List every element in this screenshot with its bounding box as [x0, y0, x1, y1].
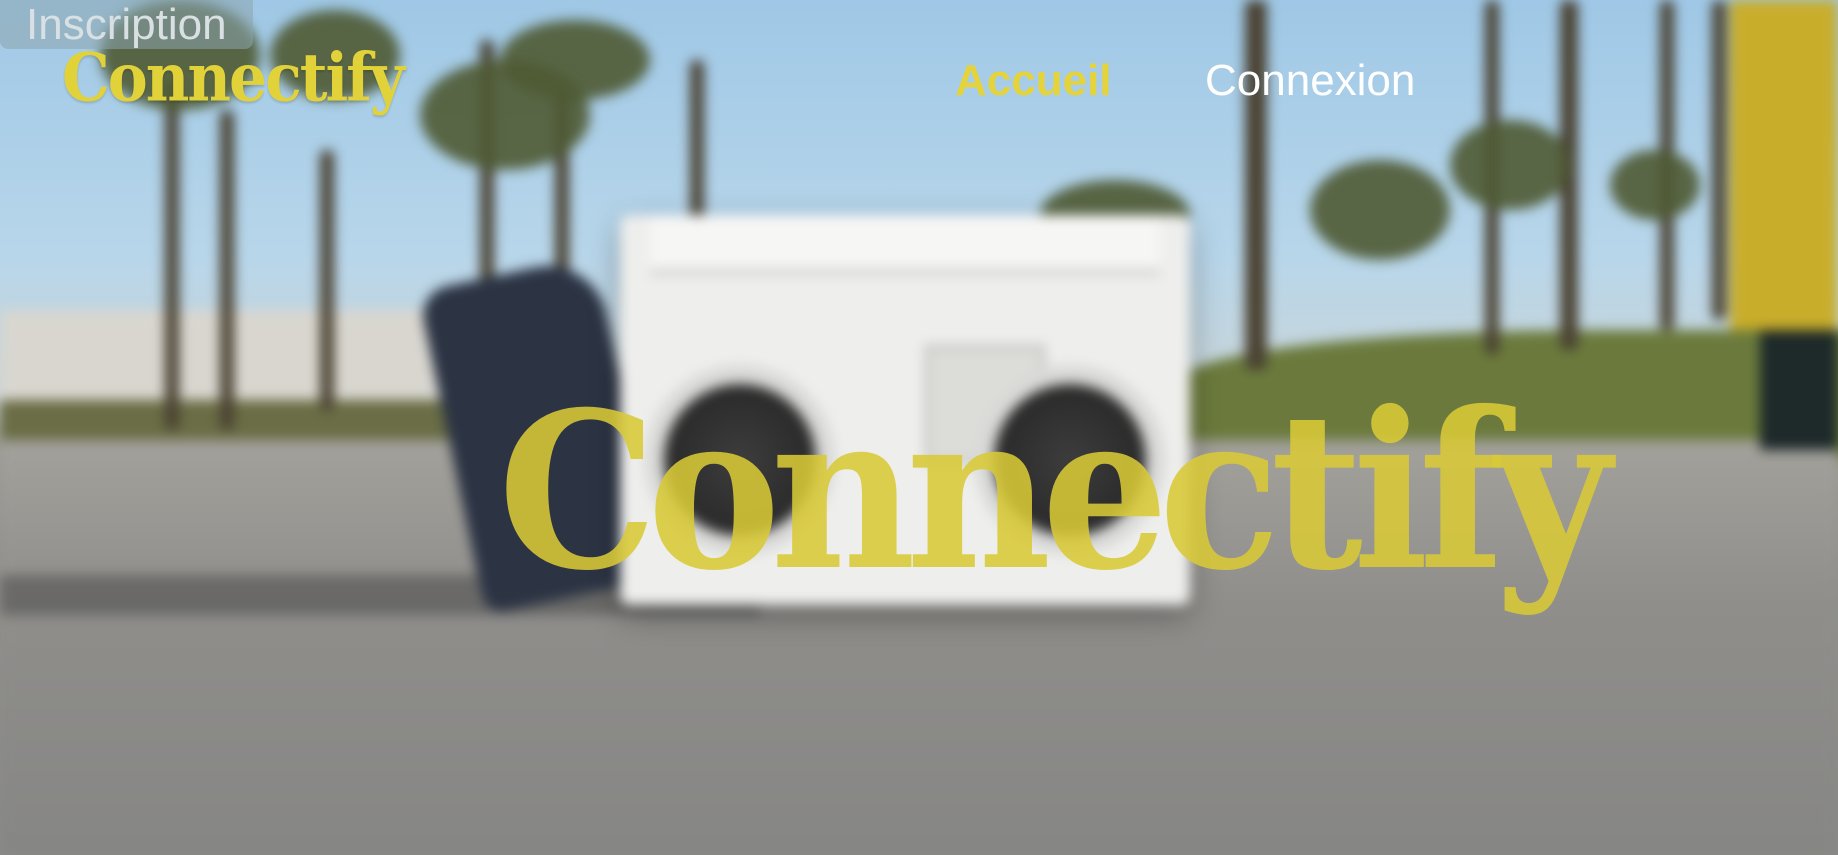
brand-logo[interactable]: Connectify	[62, 40, 405, 117]
hero-section: Connectify Accueil Connexion Inscription…	[0, 0, 1838, 855]
top-navigation: Connectify Accueil Connexion Inscription	[0, 0, 1838, 140]
hero-title: Connectify	[498, 365, 1611, 619]
nav-link-accueil[interactable]: Accueil	[955, 56, 1112, 106]
nav-link-connexion[interactable]: Connexion	[1205, 56, 1415, 106]
